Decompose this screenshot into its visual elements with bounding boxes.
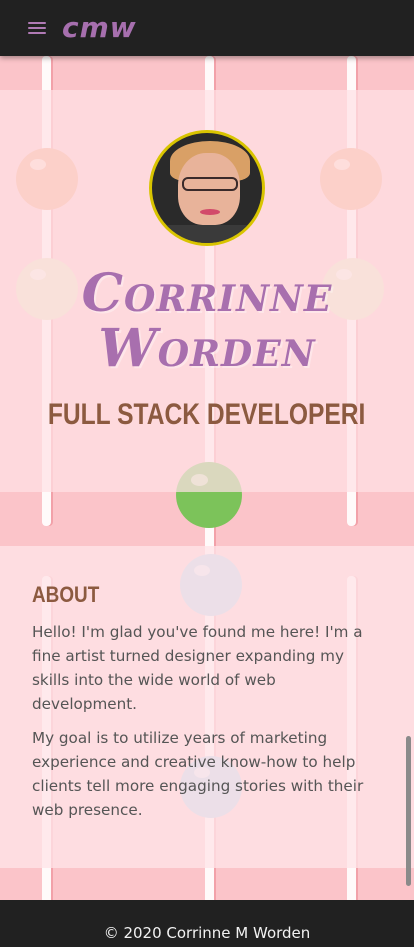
hero-name: Corrinne Worden [81, 263, 333, 380]
hero-job-title: FULL STACK DEVELOPERI [48, 398, 366, 432]
about-section: ABOUT Hello! I'm glad you've found me he… [0, 546, 414, 868]
top-navbar: cmw [0, 0, 414, 56]
about-paragraph-2: My goal is to utilize years of marketing… [32, 729, 364, 819]
hero-section: Corrinne Worden FULL STACK DEVELOPERI [0, 90, 414, 492]
hamburger-menu-icon[interactable] [28, 18, 52, 38]
profile-avatar [149, 130, 265, 246]
brand-logo-link[interactable]: cmw [62, 14, 137, 42]
about-heading: ABOUT [32, 582, 100, 607]
footer-copyright: © 2020 Corrinne M Worden [103, 924, 311, 942]
about-paragraph-1: Hello! I'm glad you've found me here! I'… [32, 623, 363, 713]
page-footer: © 2020 Corrinne M Worden [0, 900, 414, 947]
vertical-scrollbar[interactable] [406, 736, 411, 886]
